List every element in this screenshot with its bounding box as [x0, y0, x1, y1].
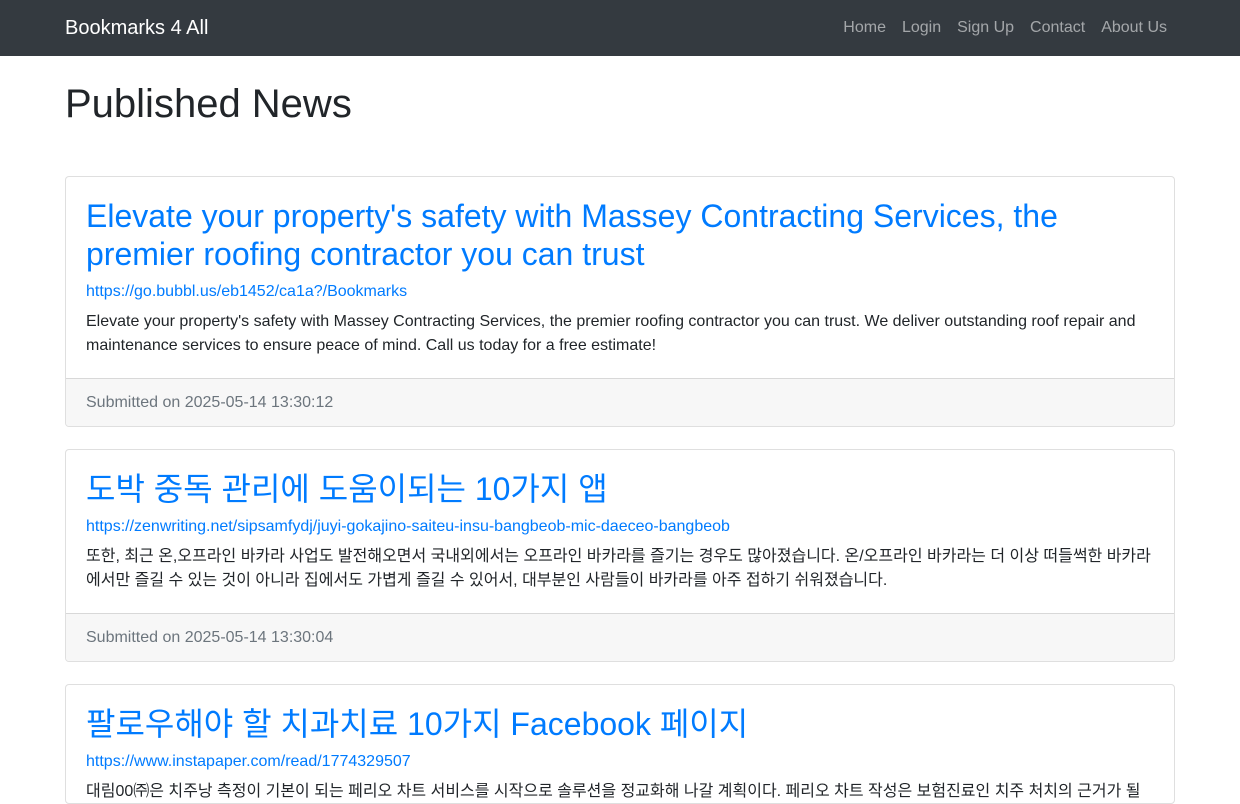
card-url-link[interactable]: https://www.instapaper.com/read/17743295…	[86, 752, 1154, 771]
card-title-link[interactable]: 팔로우해야 할 치과치료 10가지 Facebook 페이지	[86, 705, 1154, 743]
card-body: Elevate your property's safety with Mass…	[66, 177, 1174, 378]
card-url-link[interactable]: https://zenwriting.net/sipsamfydj/juyi-g…	[86, 517, 1154, 536]
card-footer-submitted: Submitted on 2025-05-14 13:30:12	[66, 378, 1174, 426]
nav-home[interactable]: Home	[835, 19, 894, 37]
top-navbar: Bookmarks 4 All Home Login Sign Up Conta…	[0, 0, 1240, 56]
nav-login[interactable]: Login	[894, 19, 949, 37]
nav-sign-up[interactable]: Sign Up	[949, 19, 1022, 37]
card-footer-submitted: Submitted on 2025-05-14 13:30:04	[66, 613, 1174, 661]
card-body: 팔로우해야 할 치과치료 10가지 Facebook 페이지 https://w…	[66, 685, 1174, 803]
page-title: Published News	[65, 82, 352, 126]
news-card: Elevate your property's safety with Mass…	[65, 176, 1175, 427]
card-description: 대림00㈜은 치주낭 측정이 기본이 되는 페리오 차트 서비스를 시작으로 솔…	[86, 783, 1141, 800]
card-description: 또한, 최근 온,오프라인 바카라 사업도 발전해오면서 국내외에서는 오프라인…	[86, 548, 1151, 589]
card-body: 도박 중독 관리에 도움이되는 10가지 앱 https://zenwritin…	[66, 450, 1174, 613]
nav-contact[interactable]: Contact	[1022, 19, 1093, 37]
brand-link[interactable]: Bookmarks 4 All	[65, 16, 208, 40]
card-url-link[interactable]: https://go.bubbl.us/eb1452/ca1a?/Bookmar…	[86, 282, 1154, 301]
news-card: 도박 중독 관리에 도움이되는 10가지 앱 https://zenwritin…	[65, 449, 1175, 662]
nav-links: Home Login Sign Up Contact About Us	[835, 0, 1175, 56]
nav-about-us[interactable]: About Us	[1093, 19, 1175, 37]
card-description: Elevate your property's safety with Mass…	[86, 313, 1136, 354]
card-title-link[interactable]: Elevate your property's safety with Mass…	[86, 197, 1154, 273]
card-title-link[interactable]: 도박 중독 관리에 도움이되는 10가지 앱	[86, 470, 1154, 508]
news-card: 팔로우해야 할 치과치료 10가지 Facebook 페이지 https://w…	[65, 684, 1175, 804]
